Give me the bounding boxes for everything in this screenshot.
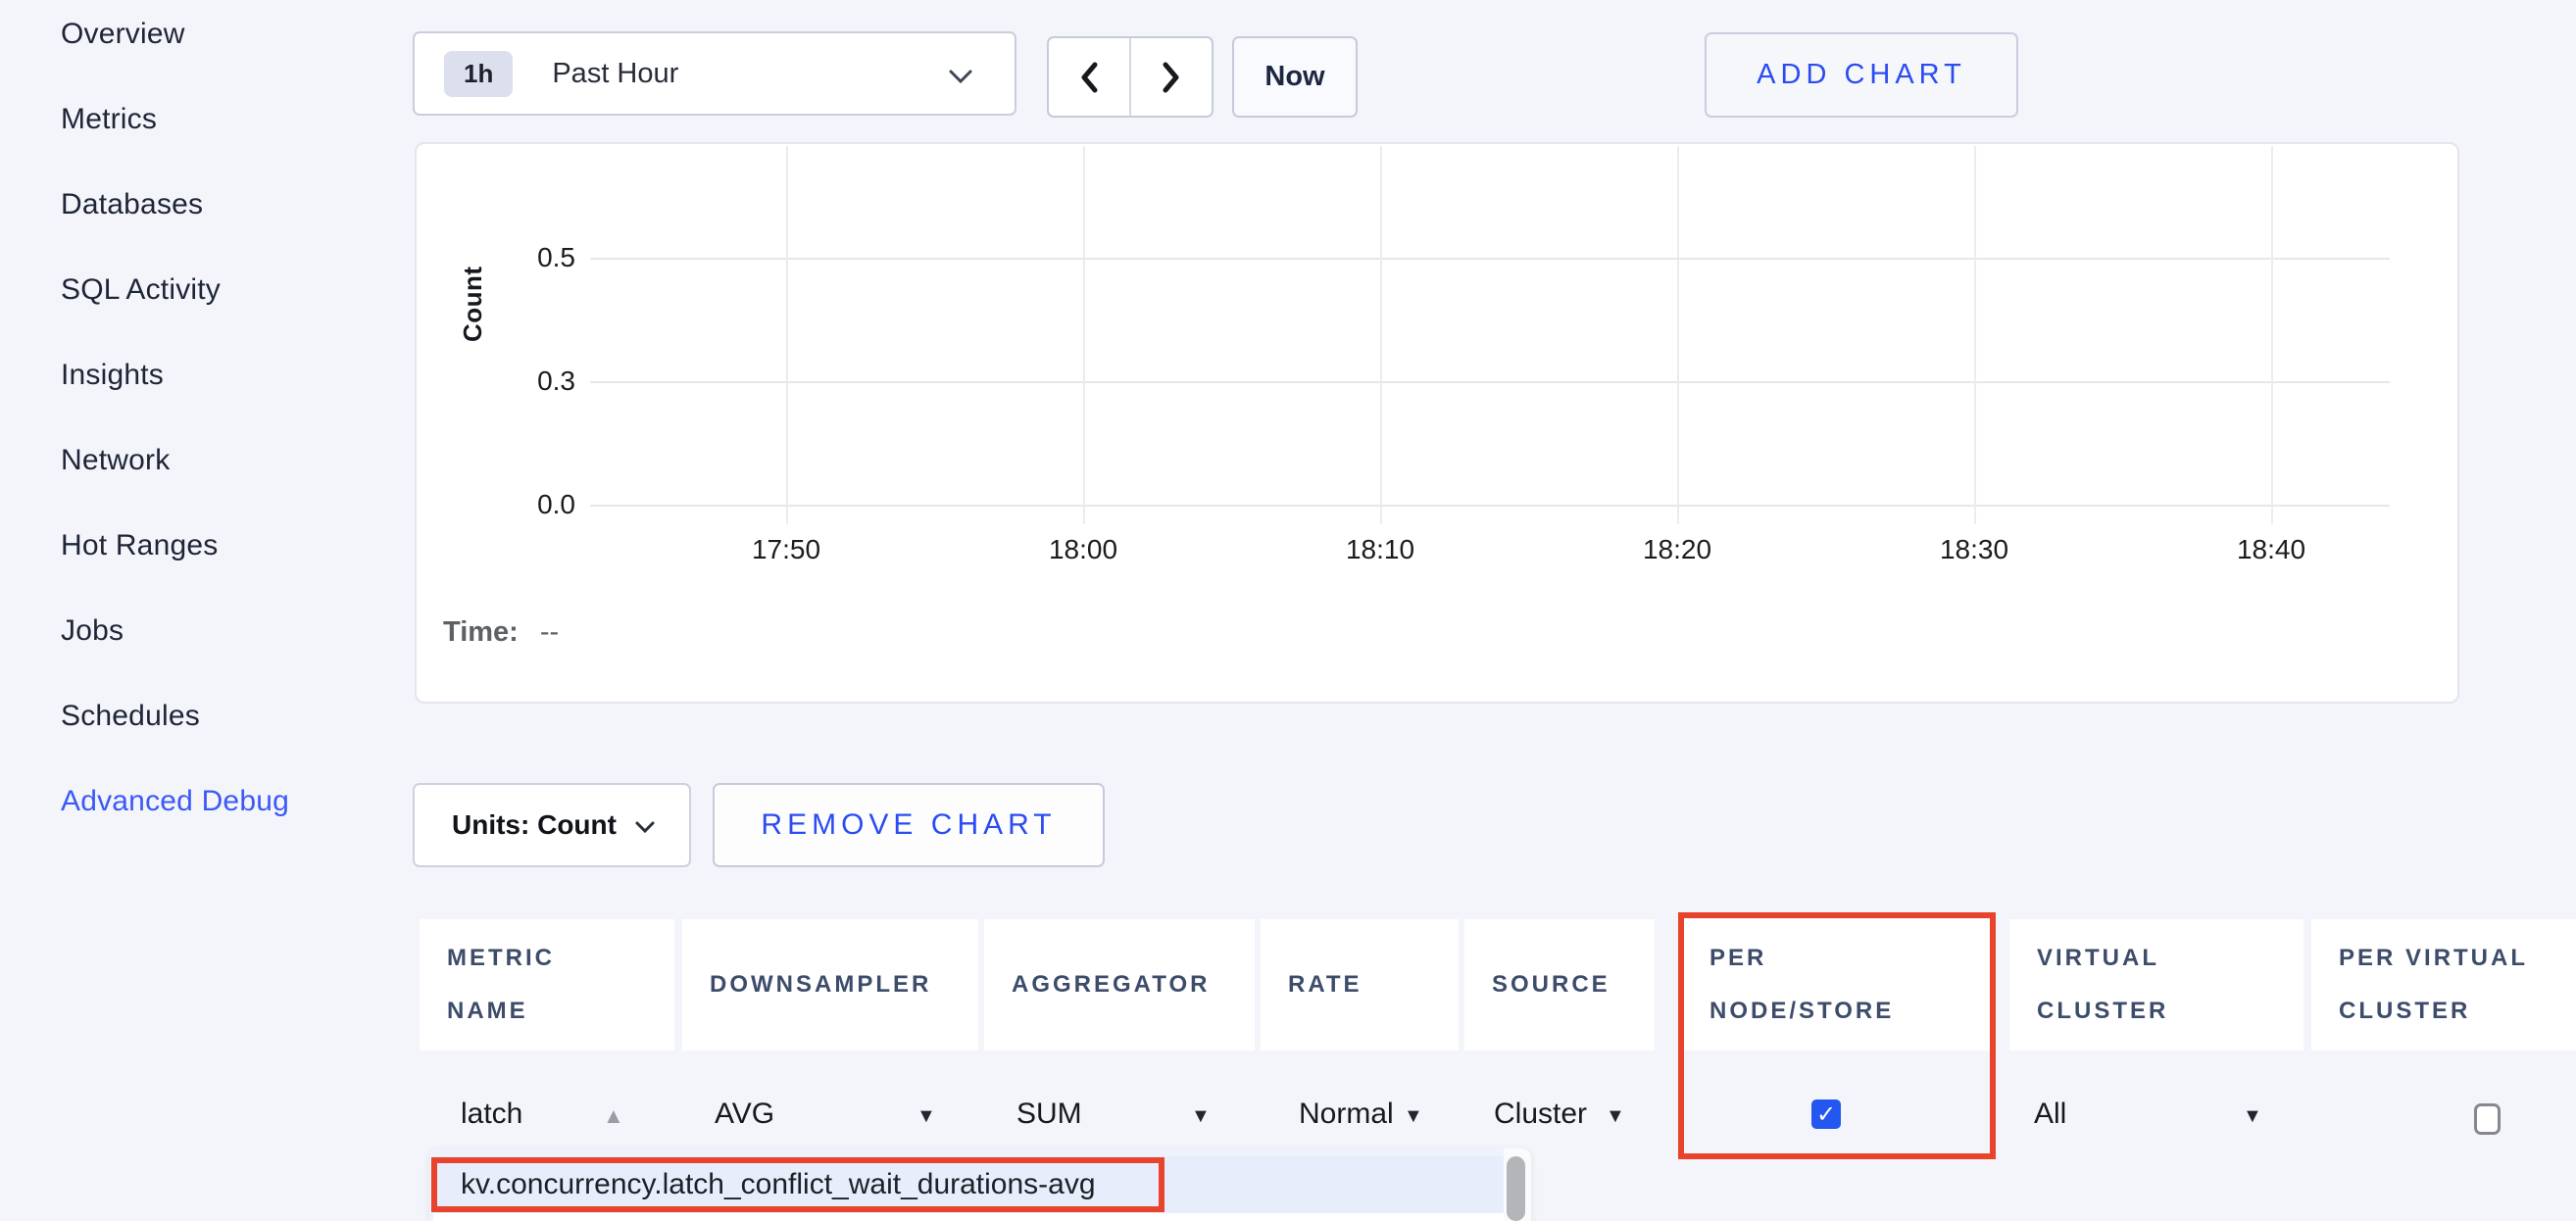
time-value: -- bbox=[540, 616, 559, 648]
downsampler-select[interactable]: AVG bbox=[715, 1098, 774, 1131]
metric-name-input[interactable]: latch bbox=[461, 1098, 522, 1131]
caret-down-icon[interactable]: ▼ bbox=[1606, 1105, 1625, 1128]
aggregator-select[interactable]: SUM bbox=[1016, 1098, 1082, 1131]
sidebar-item-insights[interactable]: Insights bbox=[61, 354, 164, 397]
column-header-per-virtual-cluster: PER VIRTUAL CLUSTER bbox=[2311, 919, 2576, 1050]
column-header-source: SOURCE bbox=[1464, 919, 1655, 1050]
caret-down-icon[interactable]: ▼ bbox=[2243, 1105, 2262, 1128]
y-tick-label: 0.0 bbox=[485, 489, 575, 520]
chevron-right-icon bbox=[1161, 61, 1182, 94]
y-tick-label: 0.5 bbox=[485, 242, 575, 273]
caret-down-icon[interactable]: ▼ bbox=[1404, 1105, 1423, 1128]
gridline-horizontal bbox=[590, 381, 2390, 383]
time-range-selector[interactable]: 1h Past Hour bbox=[413, 31, 1016, 116]
y-tick-label: 0.3 bbox=[485, 366, 575, 397]
dropdown-next-row bbox=[433, 1213, 1504, 1221]
units-dropdown-label: Units: Count bbox=[452, 809, 617, 841]
gridline-vertical bbox=[1677, 146, 1679, 524]
custom-chart-card: Count 0.5 0.3 0.0 17:50 18:00 18:10 18:2… bbox=[415, 142, 2459, 704]
source-select[interactable]: Cluster bbox=[1494, 1098, 1587, 1131]
header-line: NODE/STORE bbox=[1709, 985, 1992, 1038]
column-header-per-node-store: PER NODE/STORE bbox=[1682, 919, 1992, 1050]
x-tick-label: 17:50 bbox=[708, 534, 865, 565]
next-timewindow-button[interactable] bbox=[1129, 38, 1212, 116]
time-range-label: Past Hour bbox=[552, 58, 678, 90]
column-header-downsampler: DOWNSAMPLER bbox=[682, 919, 978, 1050]
column-header-aggregator: AGGREGATOR bbox=[984, 919, 1255, 1050]
column-header-rate: RATE bbox=[1261, 919, 1459, 1050]
column-header-virtual-cluster: VIRTUAL CLUSTER bbox=[2009, 919, 2304, 1050]
metric-suggestion-item[interactable]: kv.concurrency.latch_conflict_wait_durat… bbox=[433, 1156, 1504, 1213]
x-tick-label: 18:40 bbox=[2193, 534, 2350, 565]
per-node-store-checkbox[interactable] bbox=[1811, 1099, 1841, 1129]
header-line: DOWNSAMPLER bbox=[710, 958, 978, 1011]
sidebar-item-schedules[interactable]: Schedules bbox=[61, 695, 200, 738]
virtual-cluster-select[interactable]: All bbox=[2034, 1098, 2066, 1131]
sidebar-item-sql-activity[interactable]: SQL Activity bbox=[61, 269, 221, 312]
rate-select[interactable]: Normal bbox=[1299, 1098, 1394, 1131]
sidebar-item-databases[interactable]: Databases bbox=[61, 183, 203, 226]
y-axis-label: Count bbox=[458, 215, 488, 342]
x-tick-label: 18:30 bbox=[1896, 534, 2053, 565]
gridline-horizontal bbox=[590, 258, 2390, 260]
gridline-vertical bbox=[1380, 146, 1382, 524]
gridline-vertical bbox=[1974, 146, 1976, 524]
sidebar-item-overview[interactable]: Overview bbox=[61, 13, 185, 56]
time-label: Time: bbox=[443, 616, 519, 648]
header-line: PER bbox=[1709, 932, 1992, 985]
x-tick-label: 18:20 bbox=[1599, 534, 1756, 565]
prev-timewindow-button[interactable] bbox=[1049, 38, 1129, 116]
header-line: CLUSTER bbox=[2037, 985, 2304, 1038]
add-chart-button[interactable]: ADD CHART bbox=[1705, 32, 2018, 118]
header-line: CLUSTER bbox=[2339, 985, 2576, 1038]
chevron-down-icon bbox=[634, 820, 656, 834]
hover-time-readout: Time: -- bbox=[443, 616, 559, 649]
header-line: NAME bbox=[447, 985, 674, 1038]
units-dropdown[interactable]: Units: Count bbox=[413, 783, 691, 867]
chevron-down-icon bbox=[948, 69, 973, 84]
gridline-vertical bbox=[1083, 146, 1085, 524]
chevron-left-icon bbox=[1078, 61, 1100, 94]
header-line: SOURCE bbox=[1492, 958, 1655, 1011]
metric-autocomplete-dropdown: kv.concurrency.latch_conflict_wait_durat… bbox=[429, 1148, 1531, 1221]
caret-down-icon[interactable]: ▼ bbox=[1191, 1105, 1211, 1128]
gridline-vertical bbox=[2271, 146, 2273, 524]
sidebar-item-jobs[interactable]: Jobs bbox=[61, 610, 124, 653]
caret-up-icon[interactable]: ▲ bbox=[603, 1103, 624, 1129]
per-virtual-cluster-checkbox[interactable] bbox=[2474, 1103, 2501, 1135]
dropdown-scrollbar-thumb[interactable] bbox=[1507, 1156, 1525, 1221]
now-button[interactable]: Now bbox=[1232, 36, 1358, 118]
column-header-metric-name: METRIC NAME bbox=[420, 919, 674, 1050]
time-range-badge: 1h bbox=[444, 51, 513, 97]
header-line: PER VIRTUAL bbox=[2339, 932, 2576, 985]
time-window-nav bbox=[1047, 36, 1214, 118]
metric-suggestion-label: kv.concurrency.latch_conflict_wait_durat… bbox=[461, 1168, 1096, 1201]
sidebar-item-hot-ranges[interactable]: Hot Ranges bbox=[61, 524, 218, 567]
header-line: VIRTUAL bbox=[2037, 932, 2304, 985]
x-tick-label: 18:10 bbox=[1302, 534, 1459, 565]
header-line: RATE bbox=[1288, 958, 1459, 1011]
caret-down-icon[interactable]: ▼ bbox=[916, 1105, 936, 1128]
gridline-horizontal bbox=[590, 505, 2390, 507]
header-line: METRIC bbox=[447, 932, 674, 985]
x-tick-label: 18:00 bbox=[1005, 534, 1162, 565]
sidebar-item-advanced-debug[interactable]: Advanced Debug bbox=[61, 780, 289, 823]
sidebar-item-network[interactable]: Network bbox=[61, 439, 170, 482]
header-line: AGGREGATOR bbox=[1012, 958, 1255, 1011]
gridline-vertical bbox=[786, 146, 788, 524]
remove-chart-button[interactable]: REMOVE CHART bbox=[713, 783, 1105, 867]
sidebar-item-metrics[interactable]: Metrics bbox=[61, 98, 157, 141]
